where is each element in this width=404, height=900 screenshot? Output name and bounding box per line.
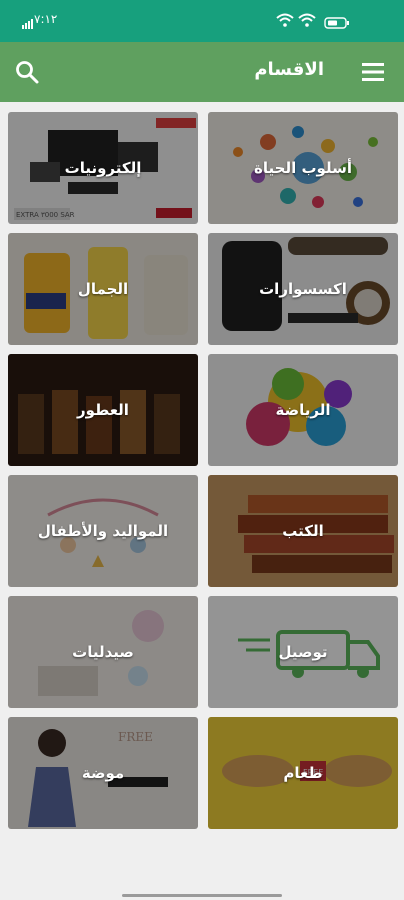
category-label: إلكترونيات: [64, 159, 142, 177]
category-label: صيدليات: [72, 643, 134, 661]
battery-icon: [324, 14, 350, 33]
app-bar: الاقسام: [0, 42, 404, 102]
category-label: طعام: [283, 764, 323, 782]
wifi-icon: [276, 12, 294, 31]
status-bar: ٧:١٢: [0, 0, 404, 42]
category-label: الجمال: [77, 280, 129, 298]
page-title: الاقسام: [254, 59, 324, 80]
category-label: الكتب: [282, 522, 324, 540]
category-tile-delivery[interactable]: توصيل: [208, 596, 398, 708]
category-label: أسلوب الحياة: [254, 159, 352, 177]
category-label: الرياضة: [275, 401, 331, 419]
category-tile-electronics[interactable]: EXTRA ٣000 SAR إلكترونيات: [8, 112, 198, 224]
category-label: موضة: [81, 764, 125, 782]
category-tile-sports[interactable]: الرياضة: [208, 354, 398, 466]
category-tile-books[interactable]: الكتب: [208, 475, 398, 587]
home-indicator[interactable]: [122, 894, 282, 897]
category-tile-pharmacies[interactable]: صيدليات: [8, 596, 198, 708]
signal-icon: [22, 14, 34, 33]
category-tile-fashion[interactable]: FREE موضة: [8, 717, 198, 829]
category-tile-baby-kids[interactable]: المواليد والأطفال: [8, 475, 198, 587]
category-label: اكسسوارات: [259, 280, 347, 298]
category-label: توصيل: [278, 643, 328, 661]
category-tile-beauty[interactable]: الجمال: [8, 233, 198, 345]
category-tile-food[interactable]: FREE طعام: [208, 717, 398, 829]
status-time: ٧:١٢: [34, 12, 58, 26]
category-tile-lifestyle[interactable]: أسلوب الحياة: [208, 112, 398, 224]
category-label: المواليد والأطفال: [37, 522, 169, 540]
search-icon[interactable]: [14, 59, 40, 85]
category-label: العطور: [77, 401, 129, 419]
category-tile-accessories[interactable]: اكسسوارات: [208, 233, 398, 345]
category-tile-perfumes[interactable]: العطور: [8, 354, 198, 466]
wifi-icon: [298, 12, 316, 31]
menu-icon[interactable]: [362, 62, 386, 82]
